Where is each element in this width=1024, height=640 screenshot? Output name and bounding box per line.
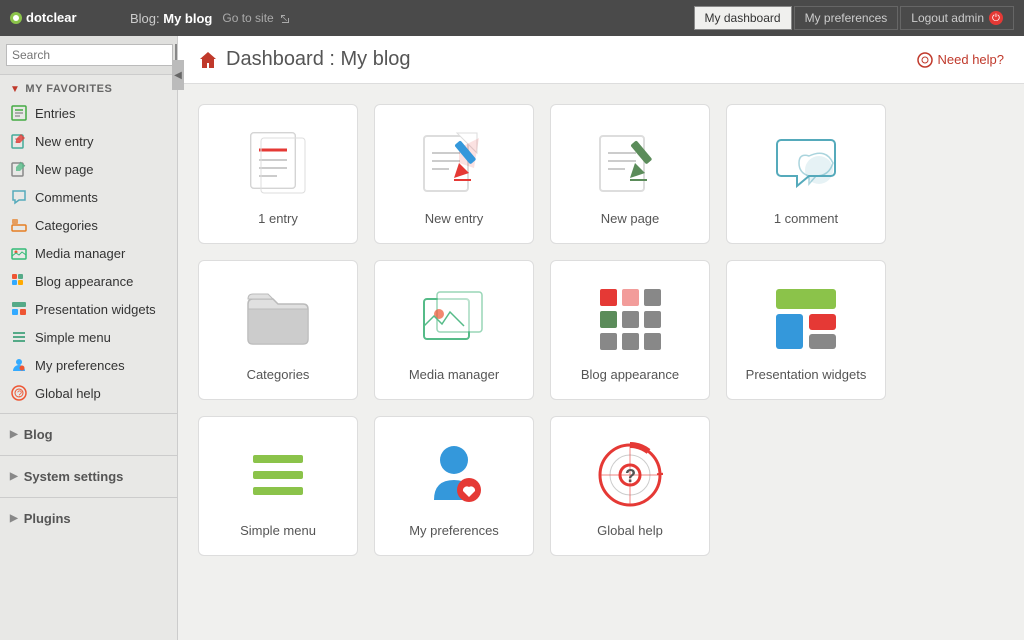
card-simple-menu[interactable]: Simple menu: [198, 416, 358, 556]
card-blog-appearance-label: Blog appearance: [581, 367, 679, 382]
power-icon: ⏻: [989, 11, 1003, 25]
sidebar-plugins-section[interactable]: ▶ Plugins: [0, 504, 177, 533]
svg-text:?: ?: [625, 466, 636, 486]
card-presentation-widgets[interactable]: Presentation widgets: [726, 260, 886, 400]
page-title: Dashboard : My blog: [226, 48, 411, 71]
sidebar-divider-3: [0, 497, 177, 498]
card-new-page-icon: [590, 123, 670, 203]
card-1-comment[interactable]: 1 comment: [726, 104, 886, 244]
sidebar: OK ▼ My favorites Entries New entry N: [0, 36, 178, 640]
system-caret: ▶: [10, 471, 18, 482]
simple-menu-icon: [10, 328, 28, 346]
sidebar-item-presentation-widgets[interactable]: Presentation widgets: [0, 295, 177, 323]
sidebar-toggle-button[interactable]: ◀: [172, 60, 184, 90]
home-icon: [198, 50, 218, 70]
my-preferences-icon: [10, 356, 28, 374]
comments-icon: [10, 188, 28, 206]
logo-area: dotclear: [10, 7, 110, 29]
grid-row-2: Categories Media manager: [198, 260, 1004, 400]
sidebar-item-global-help[interactable]: ? Global help: [0, 379, 177, 407]
card-my-preferences-label: My preferences: [409, 523, 499, 538]
dashboard-grid: 1 entry: [178, 84, 1024, 592]
global-help-icon: ?: [10, 384, 28, 402]
sidebar-item-new-entry[interactable]: New entry: [0, 127, 177, 155]
blog-appearance-icon: [10, 272, 28, 290]
logout-button[interactable]: Logout admin ⏻: [900, 6, 1014, 30]
card-my-preferences-icon: [414, 435, 494, 515]
sidebar-blog-section[interactable]: ▶ Blog: [0, 420, 177, 449]
card-new-page-label: New page: [601, 211, 660, 226]
sidebar-item-new-page[interactable]: New page: [0, 155, 177, 183]
card-1-entry[interactable]: 1 entry: [198, 104, 358, 244]
sidebar-item-simple-menu[interactable]: Simple menu: [0, 323, 177, 351]
card-new-page[interactable]: New page: [550, 104, 710, 244]
blog-caret: ▶: [10, 429, 18, 440]
card-1-entry-icon: [238, 123, 318, 203]
help-circle-icon: [917, 52, 933, 68]
card-1-comment-label: 1 comment: [774, 211, 838, 226]
sidebar-item-media-manager[interactable]: Media manager: [0, 239, 177, 267]
card-presentation-widgets-label: Presentation widgets: [746, 367, 867, 382]
card-presentation-widgets-icon: [766, 279, 846, 359]
card-new-entry[interactable]: New entry: [374, 104, 534, 244]
card-blog-appearance[interactable]: Blog appearance: [550, 260, 710, 400]
card-1-comment-icon: [766, 123, 846, 203]
sidebar-item-blog-appearance[interactable]: Blog appearance: [0, 267, 177, 295]
sidebar-item-comments[interactable]: Comments: [0, 183, 177, 211]
my-preferences-button[interactable]: My preferences: [794, 6, 899, 30]
content-area: Dashboard : My blog Need help?: [178, 36, 1024, 640]
media-manager-icon: [10, 244, 28, 262]
card-categories-label: Categories: [247, 367, 310, 382]
sidebar-item-entries[interactable]: Entries: [0, 99, 177, 127]
card-new-entry-icon: [414, 123, 494, 203]
content-header: Dashboard : My blog Need help?: [178, 36, 1024, 84]
my-dashboard-button[interactable]: My dashboard: [694, 6, 792, 30]
card-global-help-icon: ?: [590, 435, 670, 515]
grid-row-1: 1 entry: [198, 104, 1004, 244]
favorites-arrow: ▼: [10, 84, 20, 95]
blog-name: My blog: [163, 11, 212, 26]
svg-text:?: ?: [17, 389, 22, 399]
card-1-entry-label: 1 entry: [258, 211, 298, 226]
card-media-manager[interactable]: Media manager: [374, 260, 534, 400]
need-help-link[interactable]: Need help?: [917, 52, 1005, 68]
sidebar-divider-2: [0, 455, 177, 456]
card-simple-menu-icon: [238, 435, 318, 515]
blog-info: Blog: My blog: [130, 11, 212, 26]
go-to-site-link[interactable]: Go to site: [222, 11, 291, 25]
sidebar-system-section[interactable]: ▶ System settings: [0, 462, 177, 491]
grid-row-3: Simple menu My preferences: [198, 416, 1004, 556]
svg-text:dotclear: dotclear: [26, 10, 77, 25]
card-new-entry-label: New entry: [425, 211, 484, 226]
new-page-icon: [10, 160, 28, 178]
categories-icon: [10, 216, 28, 234]
main-layout: OK ▼ My favorites Entries New entry N: [0, 36, 1024, 640]
card-my-preferences[interactable]: My preferences: [374, 416, 534, 556]
new-entry-icon: [10, 132, 28, 150]
search-area: OK: [0, 36, 177, 75]
sidebar-item-categories[interactable]: Categories: [0, 211, 177, 239]
entries-icon: [10, 104, 28, 122]
top-navigation: dotclear Blog: My blog Go to site My das…: [0, 0, 1024, 36]
search-input[interactable]: [6, 44, 173, 66]
card-global-help[interactable]: ? Global help: [550, 416, 710, 556]
card-categories[interactable]: Categories: [198, 260, 358, 400]
page-title-area: Dashboard : My blog: [198, 48, 411, 71]
dotclear-logo: dotclear: [10, 7, 110, 29]
plugins-caret: ▶: [10, 513, 18, 524]
card-media-manager-icon: [414, 279, 494, 359]
sidebar-divider-1: [0, 413, 177, 414]
card-categories-icon: [238, 279, 318, 359]
card-global-help-label: Global help: [597, 523, 663, 538]
favorites-header: ▼ My favorites: [0, 75, 177, 99]
card-media-manager-label: Media manager: [409, 367, 499, 382]
card-simple-menu-label: Simple menu: [240, 523, 316, 538]
sidebar-item-my-preferences[interactable]: My preferences: [0, 351, 177, 379]
presentation-widgets-icon: [10, 300, 28, 318]
card-blog-appearance-icon: [590, 279, 670, 359]
